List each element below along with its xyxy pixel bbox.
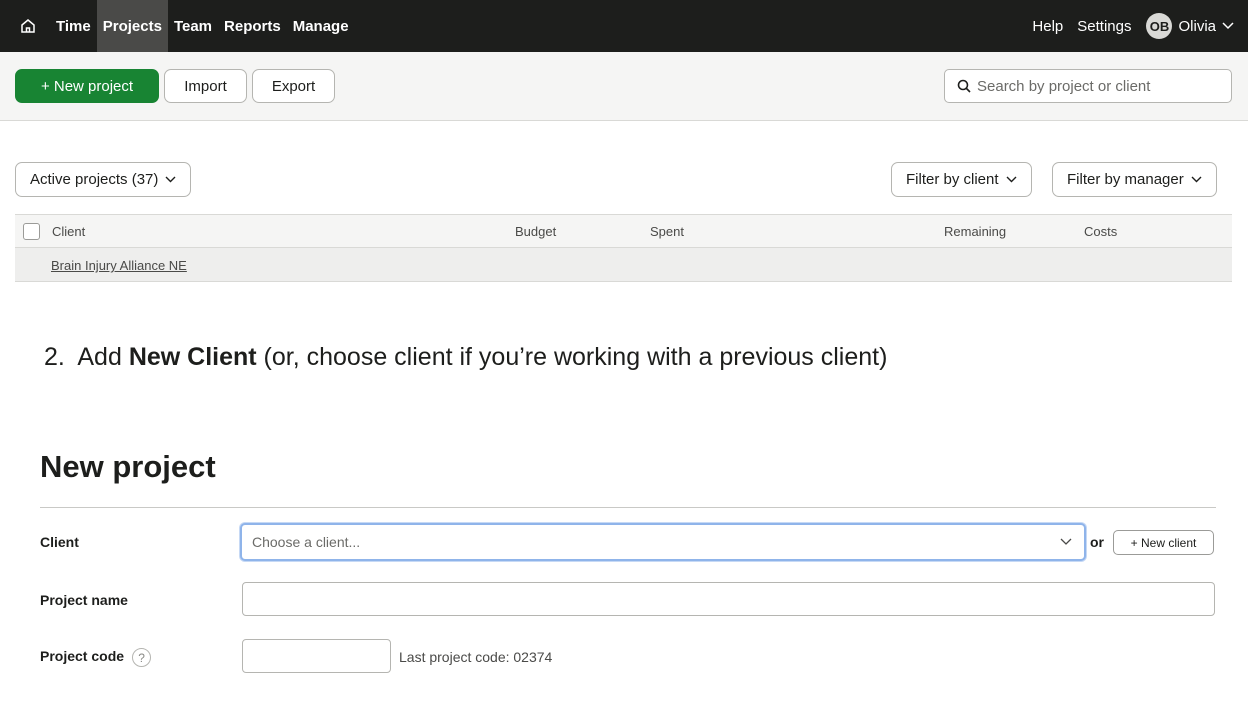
instruction-text: 2. Add New Client (or, choose client if … xyxy=(44,343,887,372)
project-name-label: Project name xyxy=(40,592,128,608)
chevron-down-icon xyxy=(1060,538,1072,545)
client-select[interactable]: Choose a client... xyxy=(240,523,1086,561)
settings-link[interactable]: Settings xyxy=(1070,18,1138,35)
help-link[interactable]: Help xyxy=(1025,18,1070,35)
nav-right: Help Settings OB Olivia xyxy=(1025,0,1248,52)
projects-toolbar: + New project Import Export Search by pr… xyxy=(0,52,1248,121)
chevron-down-icon xyxy=(165,176,176,183)
instruction-number: 2. xyxy=(44,343,65,371)
new-client-button[interactable]: + New client xyxy=(1113,530,1214,555)
column-spent[interactable]: Spent xyxy=(650,224,684,239)
home-icon[interactable] xyxy=(20,0,50,52)
table-row: Brain Injury Alliance NE xyxy=(15,248,1232,282)
project-code-input[interactable] xyxy=(242,639,391,673)
search-icon xyxy=(957,79,971,93)
instruction-prefix: Add xyxy=(77,343,129,371)
nav-item-manage[interactable]: Manage xyxy=(287,0,355,52)
client-label: Client xyxy=(40,534,79,550)
search-placeholder: Search by project or client xyxy=(977,77,1151,95)
column-costs[interactable]: Costs xyxy=(1084,224,1117,239)
manager-filter-label: Filter by manager xyxy=(1067,171,1184,188)
column-client[interactable]: Client xyxy=(52,224,85,239)
last-project-code-hint: Last project code: 02374 xyxy=(399,649,553,665)
page-title: New project xyxy=(40,449,216,484)
chevron-down-icon xyxy=(1191,176,1202,183)
question-icon[interactable]: ? xyxy=(132,648,152,667)
nav-left: Time Projects Team Reports Manage xyxy=(0,0,355,52)
avatar[interactable]: OB xyxy=(1146,13,1173,39)
manager-filter-dropdown[interactable]: Filter by manager xyxy=(1052,162,1217,197)
status-filter-dropdown[interactable]: Active projects (37) xyxy=(15,162,192,197)
nav-item-projects[interactable]: Projects xyxy=(96,0,168,52)
new-project-button[interactable]: + New project xyxy=(15,69,159,103)
select-all-checkbox[interactable] xyxy=(23,223,40,240)
column-remaining[interactable]: Remaining xyxy=(944,224,1006,239)
client-filter-label: Filter by client xyxy=(906,171,999,188)
export-button[interactable]: Export xyxy=(252,69,335,103)
user-menu[interactable]: Olivia xyxy=(1172,18,1234,35)
project-code-label: Project code? xyxy=(40,648,152,667)
section-divider xyxy=(40,507,1216,508)
status-filter-label: Active projects (37) xyxy=(30,171,159,188)
nav-item-reports[interactable]: Reports xyxy=(218,0,287,52)
nav-item-team[interactable]: Team xyxy=(168,0,218,52)
column-budget[interactable]: Budget xyxy=(515,224,556,239)
import-button[interactable]: Import xyxy=(164,69,247,103)
chevron-down-icon xyxy=(1006,176,1017,183)
table-header: Client Budget Spent Remaining Costs xyxy=(15,214,1232,248)
client-select-placeholder: Choose a client... xyxy=(252,534,361,550)
chevron-down-icon xyxy=(1222,22,1234,30)
top-navigation: Time Projects Team Reports Manage Help S… xyxy=(0,0,1248,52)
project-code-label-text: Project code xyxy=(40,648,125,665)
instruction-bold: New Client xyxy=(128,343,257,371)
nav-item-time[interactable]: Time xyxy=(50,0,97,52)
search-input[interactable]: Search by project or client xyxy=(944,69,1232,103)
user-name: Olivia xyxy=(1178,17,1216,35)
or-text: or xyxy=(1090,534,1104,550)
instruction-suffix: (or, choose client if you’re working wit… xyxy=(256,343,888,371)
client-link[interactable]: Brain Injury Alliance NE xyxy=(51,258,187,273)
client-filter-dropdown[interactable]: Filter by client xyxy=(891,162,1032,197)
project-name-input[interactable] xyxy=(242,582,1215,616)
